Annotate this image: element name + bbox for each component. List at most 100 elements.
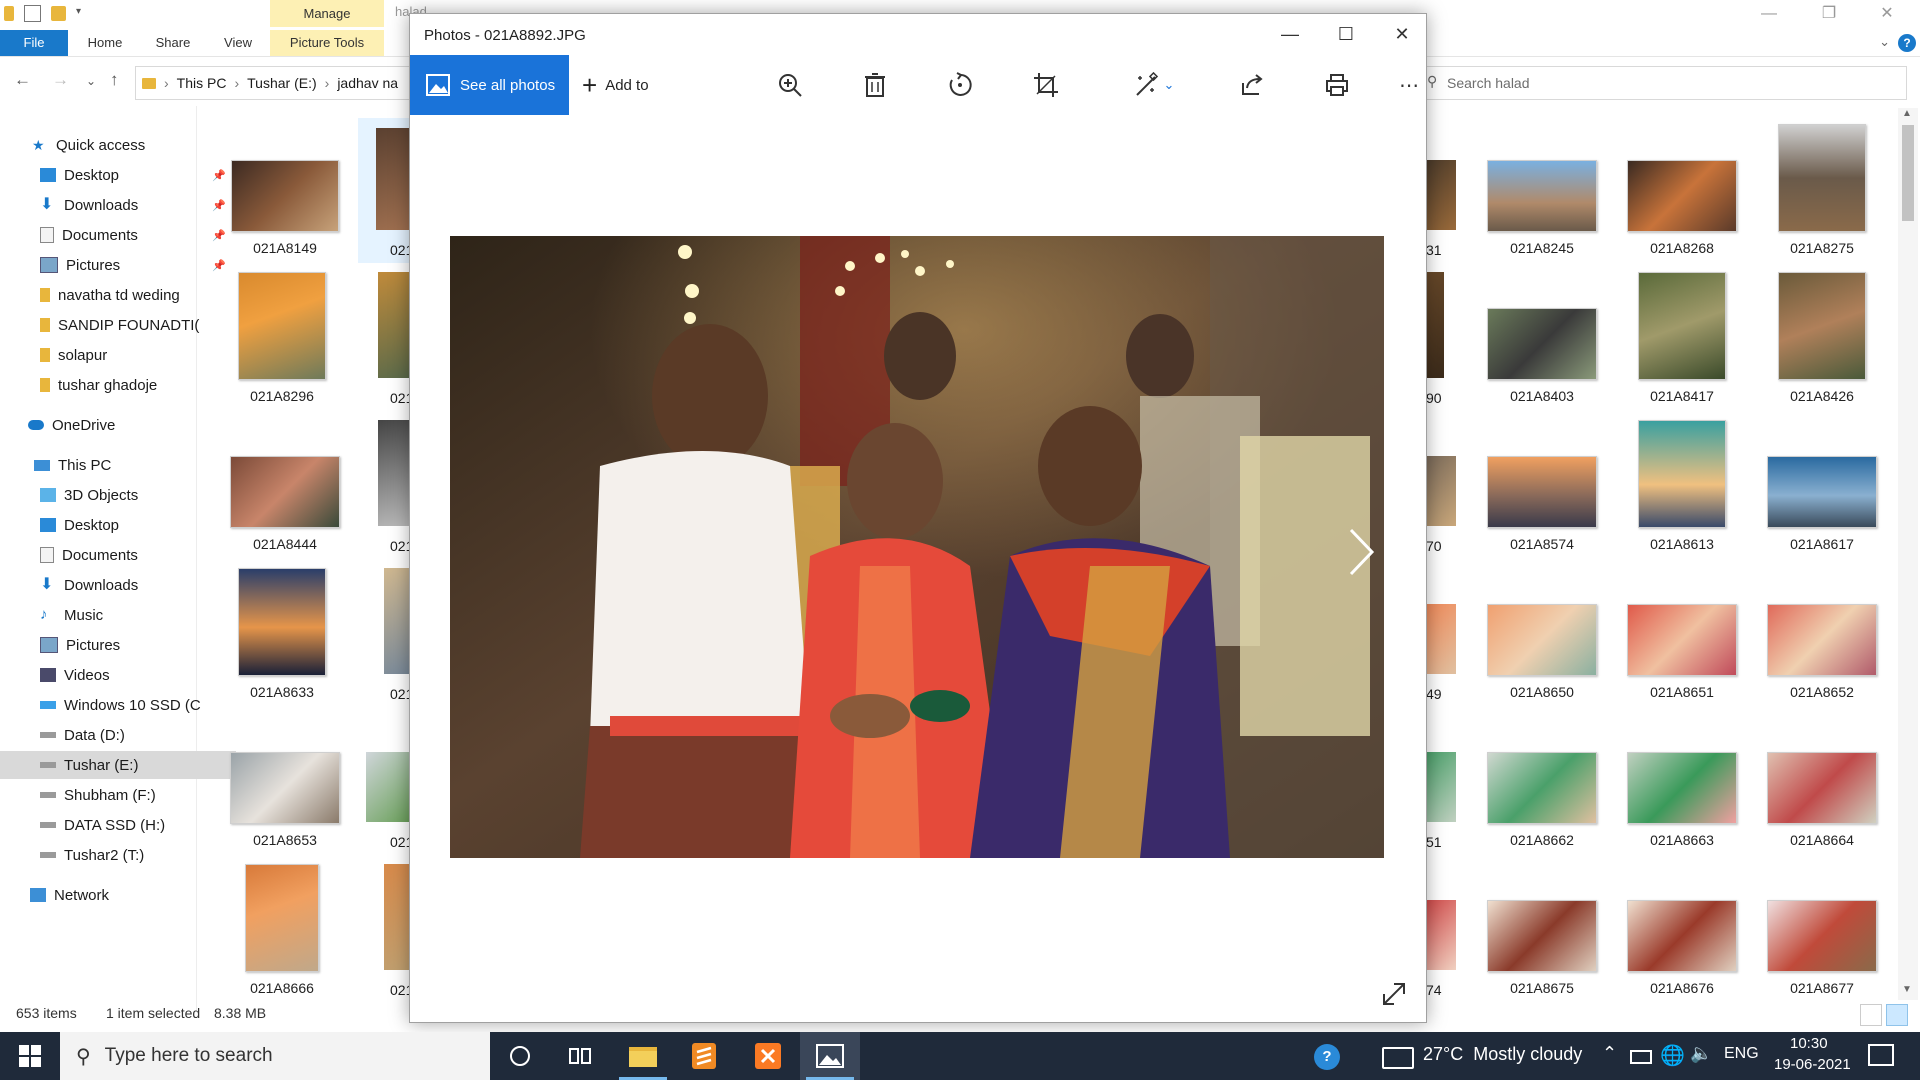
sidebar-item-drive[interactable]: DATA SSD (H:) [0, 811, 236, 839]
file-tile-partial[interactable] [1426, 604, 1456, 674]
breadcrumb-folder[interactable]: jadhav na [337, 75, 398, 91]
file-tile-partial[interactable] [366, 752, 409, 822]
expand-ribbon-icon[interactable]: ⌄ [1879, 34, 1890, 50]
print-icon[interactable] [1321, 69, 1353, 101]
tab-picture-tools[interactable]: Picture Tools [270, 30, 384, 56]
minimize-icon[interactable]: — [1262, 14, 1318, 54]
file-tile-partial[interactable] [1426, 900, 1456, 970]
file-tile-partial[interactable] [1426, 160, 1456, 230]
new-folder-icon[interactable] [51, 6, 66, 21]
clock-date[interactable]: 19-06-2021 [1774, 1056, 1851, 1073]
file-tile-partial[interactable] [378, 420, 409, 526]
properties-icon[interactable] [24, 5, 41, 22]
sidebar-item-drive[interactable]: Data (D:) [0, 721, 236, 749]
file-tile[interactable]: 021A8650 [1477, 604, 1607, 700]
scroll-down-icon[interactable]: ▼ [1902, 984, 1912, 995]
sidebar-item-folder[interactable]: navatha td weding [0, 281, 236, 309]
up-arrow-icon[interactable]: ↑ [110, 70, 119, 90]
file-tile-partial[interactable] [1426, 272, 1444, 378]
file-tile-partial[interactable] [1426, 456, 1456, 526]
close-icon[interactable]: ✕ [1374, 14, 1430, 54]
file-tile[interactable]: 021A8417 [1617, 272, 1747, 404]
sidebar-item-network[interactable]: Network [0, 881, 226, 909]
clock-time[interactable]: 10:30 [1790, 1035, 1828, 1052]
next-photo-arrow-icon[interactable] [1346, 522, 1376, 582]
tab-home[interactable]: Home [78, 30, 132, 56]
recent-locations-icon[interactable]: ⌄ [86, 74, 96, 88]
sublime-text-taskbar-icon[interactable] [674, 1032, 734, 1080]
share-icon[interactable] [994, 69, 1026, 101]
minimize-icon[interactable]: — [1740, 0, 1798, 30]
cortana-icon[interactable] [490, 1032, 550, 1080]
file-tile[interactable]: 021A8666 [217, 864, 347, 996]
file-tile[interactable]: 021A8403 [1477, 308, 1607, 404]
manage-context-tab[interactable]: Manage [270, 0, 384, 27]
volume-icon[interactable]: 🔈 [1690, 1043, 1712, 1064]
sidebar-item-folder[interactable]: solapur [0, 341, 236, 369]
file-tile[interactable]: 021A8677 [1757, 900, 1887, 996]
xampp-taskbar-icon[interactable] [738, 1032, 798, 1080]
file-tile[interactable]: 021A8664 [1757, 752, 1887, 848]
network-globe-icon[interactable]: 🌐 [1660, 1043, 1685, 1068]
forward-arrow-icon[interactable]: → [52, 70, 69, 90]
task-view-icon[interactable] [550, 1032, 610, 1080]
sidebar-item-windows-drive[interactable]: Windows 10 SSD (C [0, 691, 236, 719]
breadcrumb-drive[interactable]: Tushar (E:) [247, 75, 317, 91]
sidebar-item-onedrive[interactable]: OneDrive [0, 411, 224, 439]
sidebar-item-documents[interactable]: Documents 📌 [0, 221, 236, 249]
sidebar-item-documents[interactable]: Documents [0, 541, 236, 569]
file-tile[interactable]: 021A8662 [1477, 752, 1607, 848]
sidebar-item-this-pc[interactable]: This PC [0, 451, 230, 479]
rotate-icon[interactable] [944, 69, 976, 101]
weather-icon[interactable] [1382, 1047, 1414, 1069]
details-view-icon[interactable] [1860, 1004, 1882, 1026]
file-tile[interactable]: 021A8675 [1477, 900, 1607, 996]
customize-toolbar-icon[interactable]: ▾ [76, 6, 91, 21]
sidebar-item-drive[interactable]: Tushar2 (T:) [0, 841, 236, 869]
file-tile[interactable]: 021A8653 [220, 752, 350, 848]
zoom-icon[interactable] [774, 69, 806, 101]
delete-icon[interactable] [859, 69, 891, 101]
scroll-up-icon[interactable]: ▲ [1902, 108, 1912, 119]
sidebar-item-desktop[interactable]: Desktop 📌 [0, 161, 236, 189]
sidebar-item-folder[interactable]: SANDIP FOUNADTI( [0, 311, 236, 339]
file-tile[interactable]: 021A8245 [1477, 160, 1607, 256]
file-tile[interactable]: 021A8652 [1757, 604, 1887, 700]
edit-enhance-icon[interactable]: ⌄ [1130, 69, 1178, 101]
file-tile[interactable]: 021A8268 [1617, 160, 1747, 256]
sidebar-item-videos[interactable]: Videos [0, 661, 236, 689]
file-tile-partial[interactable] [1426, 752, 1456, 822]
file-tile[interactable]: 021A8617 [1757, 456, 1887, 552]
file-tile[interactable]: 021A8275 [1757, 124, 1887, 256]
back-arrow-icon[interactable]: ← [14, 70, 31, 90]
notifications-icon[interactable] [1868, 1044, 1894, 1066]
address-bar[interactable]: › This PC › Tushar (E:) › jadhav na [135, 66, 423, 100]
battery-icon[interactable] [1630, 1050, 1652, 1064]
sidebar-item-drive-selected[interactable]: Tushar (E:) [0, 751, 236, 779]
chevron-down-icon[interactable]: ⌄ [1164, 77, 1175, 93]
file-tile[interactable]: 021A8426 [1757, 272, 1887, 404]
tab-view[interactable]: View [212, 30, 264, 56]
scrollbar-thumb[interactable] [1902, 125, 1914, 221]
sidebar-item-folder[interactable]: tushar ghadoje [0, 371, 236, 399]
see-all-photos-button[interactable]: See all photos [410, 55, 569, 115]
close-icon[interactable]: ✕ [1858, 0, 1916, 30]
restore-icon[interactable]: ❐ [1800, 0, 1858, 30]
file-tile[interactable]: 021A8651 [1617, 604, 1747, 700]
file-tile[interactable]: 021A8149 [220, 160, 350, 256]
file-tile-partial[interactable] [384, 864, 409, 970]
file-tile[interactable]: 021A8663 [1617, 752, 1747, 848]
maximize-icon[interactable]: ☐ [1318, 14, 1374, 54]
sidebar-item-3d-objects[interactable]: 3D Objects [0, 481, 236, 509]
sidebar-item-music[interactable]: ♪ Music [0, 601, 236, 629]
file-tile-partial[interactable] [376, 128, 409, 230]
file-tile[interactable]: 021A8574 [1477, 456, 1607, 552]
file-tile[interactable]: 021A8613 [1617, 420, 1747, 552]
breadcrumb-this-pc[interactable]: This PC [177, 75, 227, 91]
file-tile[interactable]: 021A8296 [217, 272, 347, 404]
sidebar-item-desktop[interactable]: Desktop [0, 511, 236, 539]
sidebar-item-pictures[interactable]: Pictures 📌 [0, 251, 236, 279]
language-indicator[interactable]: ENG [1724, 1045, 1759, 1063]
tab-share[interactable]: Share [146, 30, 200, 56]
file-tile[interactable]: 021A8633 [217, 568, 347, 700]
